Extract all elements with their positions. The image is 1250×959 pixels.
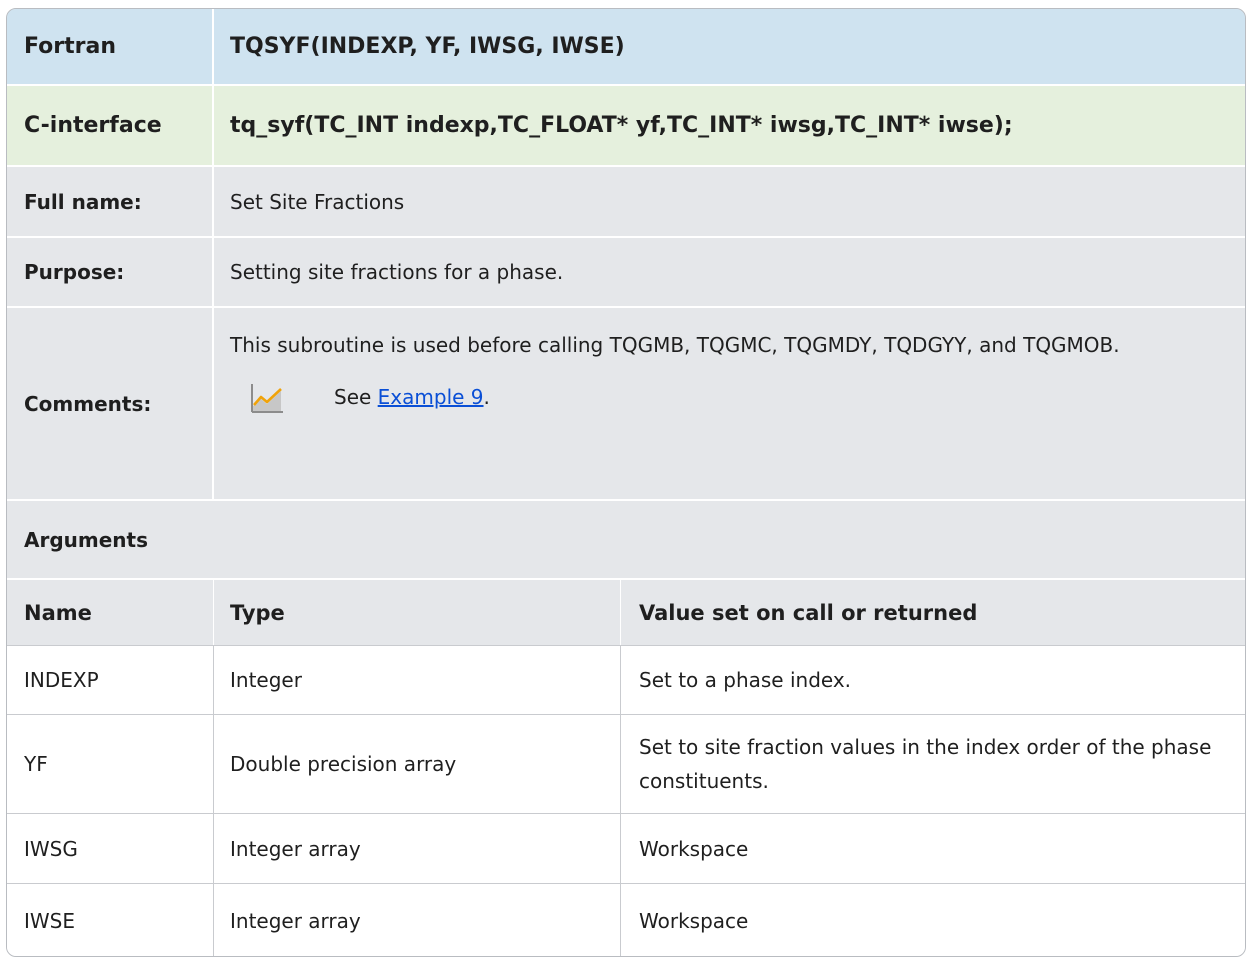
see-example-line: See Example 9.: [250, 380, 1245, 414]
comments-text: This subroutine is used before calling T…: [230, 333, 1120, 357]
arg-value: Set to site fraction values in the index…: [639, 735, 1212, 793]
full-name-label: Full name:: [7, 167, 214, 236]
example-9-link[interactable]: Example 9: [378, 385, 484, 409]
arguments-title: Arguments: [24, 527, 149, 552]
purpose-value: Setting site fractions for a phase.: [230, 260, 564, 284]
see-prefix: See: [334, 385, 378, 409]
arg-name: IWSG: [7, 814, 214, 883]
arg-name: YF: [7, 715, 214, 813]
full-name-row: Full name: Set Site Fractions: [7, 167, 1245, 238]
table-row: YF Double precision array Set to site fr…: [7, 715, 1245, 814]
api-reference-table: Fortran TQSYF(INDEXP, YF, IWSG, IWSE) C-…: [6, 8, 1246, 957]
chart-icon: [251, 384, 283, 413]
purpose-label: Purpose:: [7, 238, 214, 306]
header-type: Type: [214, 580, 621, 645]
see-suffix: .: [483, 385, 490, 409]
arg-value: Set to a phase index.: [639, 668, 852, 692]
c-interface-label: C-interface: [7, 86, 214, 165]
see-example-text: See Example 9.: [334, 385, 490, 409]
arg-value: Workspace: [639, 836, 749, 861]
header-name: Name: [7, 580, 214, 645]
header-value: Value set on call or returned: [639, 600, 978, 625]
arg-type: Integer array: [214, 814, 621, 883]
comments-label: Comments:: [7, 308, 214, 499]
arguments-title-row: Arguments: [7, 501, 1245, 580]
arg-name: INDEXP: [7, 646, 214, 714]
fortran-signature: TQSYF(INDEXP, YF, IWSG, IWSE): [230, 34, 625, 59]
fortran-row: Fortran TQSYF(INDEXP, YF, IWSG, IWSE): [7, 9, 1245, 86]
arg-name: IWSE: [7, 884, 214, 956]
arg-type: Integer array: [214, 884, 621, 956]
c-interface-row: C-interface tq_syf(TC_INT indexp,TC_FLOA…: [7, 86, 1245, 167]
table-row: IWSG Integer array Workspace: [7, 814, 1245, 884]
fortran-label: Fortran: [7, 9, 214, 84]
arg-type: Integer: [214, 646, 621, 714]
comments-content: This subroutine is used before calling T…: [214, 308, 1245, 499]
table-row: INDEXP Integer Set to a phase index.: [7, 646, 1245, 715]
comments-row: Comments: This subroutine is used before…: [7, 308, 1245, 501]
purpose-row: Purpose: Setting site fractions for a ph…: [7, 238, 1245, 308]
c-interface-signature: tq_syf(TC_INT indexp,TC_FLOAT* yf,TC_INT…: [230, 113, 1013, 138]
arguments-header-row: Name Type Value set on call or returned: [7, 580, 1245, 646]
full-name-value: Set Site Fractions: [230, 189, 405, 214]
arg-type: Double precision array: [214, 715, 621, 813]
table-row: IWSE Integer array Workspace: [7, 884, 1245, 956]
arg-value: Workspace: [639, 909, 749, 933]
